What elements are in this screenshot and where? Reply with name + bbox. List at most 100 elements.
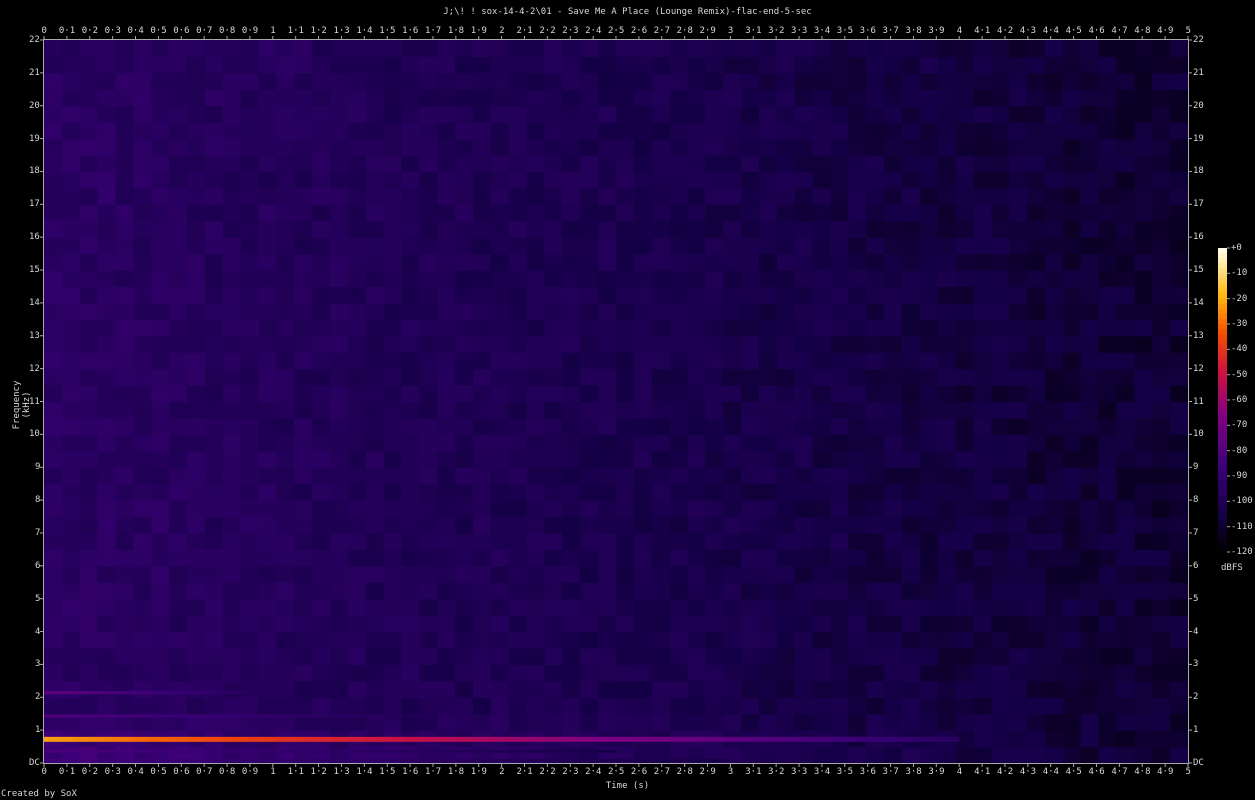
noise-cell <box>61 286 81 304</box>
noise-cell <box>562 253 581 271</box>
noise-cell <box>383 532 403 550</box>
noise-cell <box>151 664 170 682</box>
noise-cell <box>294 516 313 534</box>
noise-cell <box>794 171 814 189</box>
noise-cell <box>294 352 313 370</box>
noise-cell <box>276 417 295 435</box>
colorbar-segment <box>1218 359 1227 366</box>
noise-cell <box>1045 155 1064 173</box>
noise-cell <box>1152 220 1171 238</box>
noise-cell <box>651 385 671 403</box>
noise-cell <box>669 532 689 550</box>
x-tick-label-top: 1·3 <box>333 26 350 36</box>
noise-cell <box>919 368 939 386</box>
noise-cell <box>526 664 546 682</box>
noise-cell <box>544 582 563 600</box>
noise-cell <box>330 582 349 600</box>
noise-cell <box>383 302 403 320</box>
noise-cell <box>759 171 778 189</box>
noise-cell <box>1098 598 1118 616</box>
noise-cell <box>1134 483 1153 501</box>
noise-cell <box>1152 516 1171 534</box>
noise-cell <box>562 368 581 386</box>
noise-cell <box>687 204 706 222</box>
noise-cell <box>919 155 939 173</box>
noise-cell <box>1062 434 1082 452</box>
noise-cell <box>616 565 635 583</box>
noise-cell <box>973 270 992 288</box>
noise-cell <box>937 105 957 123</box>
noise-cell <box>848 155 867 173</box>
noise-cell <box>1080 417 1100 435</box>
noise-cell <box>955 253 975 271</box>
noise-cell <box>508 72 528 90</box>
noise-cell <box>705 237 724 255</box>
noise-cell <box>1045 500 1064 518</box>
noise-cell <box>759 385 778 403</box>
noise-cell <box>562 615 581 633</box>
noise-cell <box>562 450 581 468</box>
noise-cell <box>633 500 653 518</box>
noise-cell <box>240 122 260 140</box>
noise-cell <box>830 204 849 222</box>
noise-cell <box>169 187 188 205</box>
noise-cell <box>741 270 760 288</box>
noise-cell <box>455 138 474 156</box>
noise-cell <box>598 220 617 238</box>
noise-cell <box>365 647 385 666</box>
noise-cell <box>687 565 706 583</box>
noise-cell <box>723 171 742 189</box>
x-tick-label-bottom: 0·1 <box>58 767 76 777</box>
noise-cell <box>669 56 689 74</box>
noise-cell <box>776 483 796 501</box>
noise-cell <box>1116 582 1135 600</box>
noise-cell <box>919 516 939 534</box>
y-tick-label-right: 20 <box>1193 100 1204 111</box>
noise-cell <box>955 500 975 518</box>
x-tick-label-top: 3·5 <box>836 26 854 36</box>
noise-cell <box>312 220 331 238</box>
noise-cell <box>115 582 134 600</box>
noise-cell <box>1062 204 1082 222</box>
noise-cell <box>401 598 420 616</box>
noise-cell <box>240 549 260 567</box>
colorbar-tick-label: -60 <box>1231 395 1248 405</box>
noise-cell <box>508 302 528 320</box>
noise-cell <box>776 138 796 156</box>
noise-cell <box>61 253 81 271</box>
noise-cell <box>294 697 313 715</box>
colorbar-segment <box>1218 374 1227 381</box>
x-tick-label-bottom: 5 <box>1185 767 1191 777</box>
noise-cell <box>204 237 224 255</box>
noise-cell <box>955 467 975 485</box>
noise-cell <box>437 56 456 74</box>
noise-cell <box>1134 105 1153 123</box>
noise-cell <box>1098 302 1118 320</box>
noise-cell <box>723 598 742 616</box>
noise-cell <box>1045 746 1064 764</box>
noise-cell <box>580 319 599 337</box>
noise-cell <box>955 713 975 731</box>
noise-cell <box>1045 319 1064 337</box>
noise-cell <box>1134 401 1153 419</box>
noise-cell <box>598 615 617 633</box>
noise-cell <box>330 89 349 107</box>
noise-cell <box>937 220 957 238</box>
noise-cell <box>705 105 724 123</box>
noise-cell <box>133 598 152 616</box>
noise-cell <box>991 565 1010 583</box>
noise-cell <box>919 467 939 485</box>
noise-cell <box>204 122 224 140</box>
noise-cell <box>723 401 742 419</box>
noise-cell <box>115 270 134 288</box>
noise-cell <box>44 335 63 353</box>
noise-cell <box>187 253 206 271</box>
noise-cell <box>169 697 188 715</box>
noise-cell <box>330 434 349 452</box>
noise-cell <box>1080 516 1100 534</box>
colorbar-tick-label: -30 <box>1231 319 1248 329</box>
noise-cell <box>1134 56 1153 74</box>
noise-cell <box>1134 171 1153 189</box>
noise-cell <box>776 582 796 600</box>
noise-cell <box>365 467 385 485</box>
